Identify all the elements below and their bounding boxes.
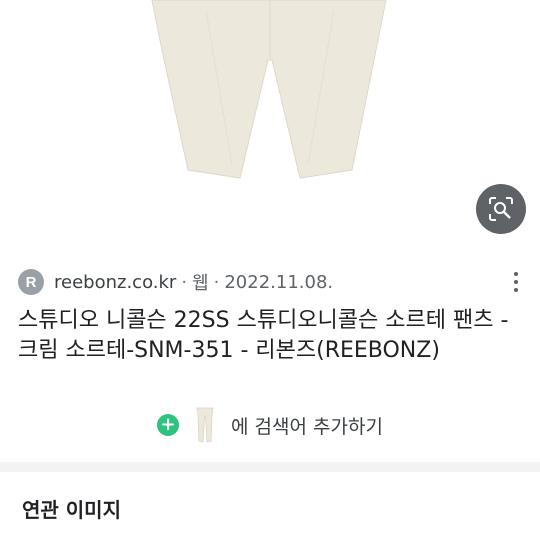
related-images-heading: 연관 이미지 — [22, 498, 121, 522]
source-domain[interactable]: reebonz.co.kr — [54, 272, 176, 293]
result-title[interactable]: 스튜디오 니콜슨 22SS 스튜디오니콜슨 소르테 팬츠 - 크림 소르테-SN… — [18, 306, 528, 366]
more-options-icon[interactable] — [504, 267, 528, 297]
product-image-pants — [151, 0, 387, 179]
source-type: 웹 — [192, 273, 209, 294]
add-to-search-label: 에 검색어 추가하기 — [231, 415, 383, 438]
source-row[interactable]: R reebonz.co.kr · 웹 · 2022.11.08. — [18, 265, 528, 299]
plus-icon: + — [157, 414, 180, 436]
product-image-area[interactable] — [0, 0, 540, 248]
separator-dot: · — [213, 271, 220, 293]
lens-search-icon — [489, 197, 513, 221]
pants-thumbnail — [196, 407, 214, 443]
separator-dot: · — [181, 271, 188, 293]
add-to-search-button[interactable]: + 에 검색어 추가하기 — [0, 402, 540, 448]
site-favicon: R — [18, 269, 44, 295]
source-info: reebonz.co.kr · 웹 · 2022.11.08. — [54, 269, 333, 295]
section-divider — [0, 462, 540, 472]
source-date: 2022.11.08. — [224, 271, 334, 293]
lens-search-button[interactable] — [476, 184, 526, 234]
